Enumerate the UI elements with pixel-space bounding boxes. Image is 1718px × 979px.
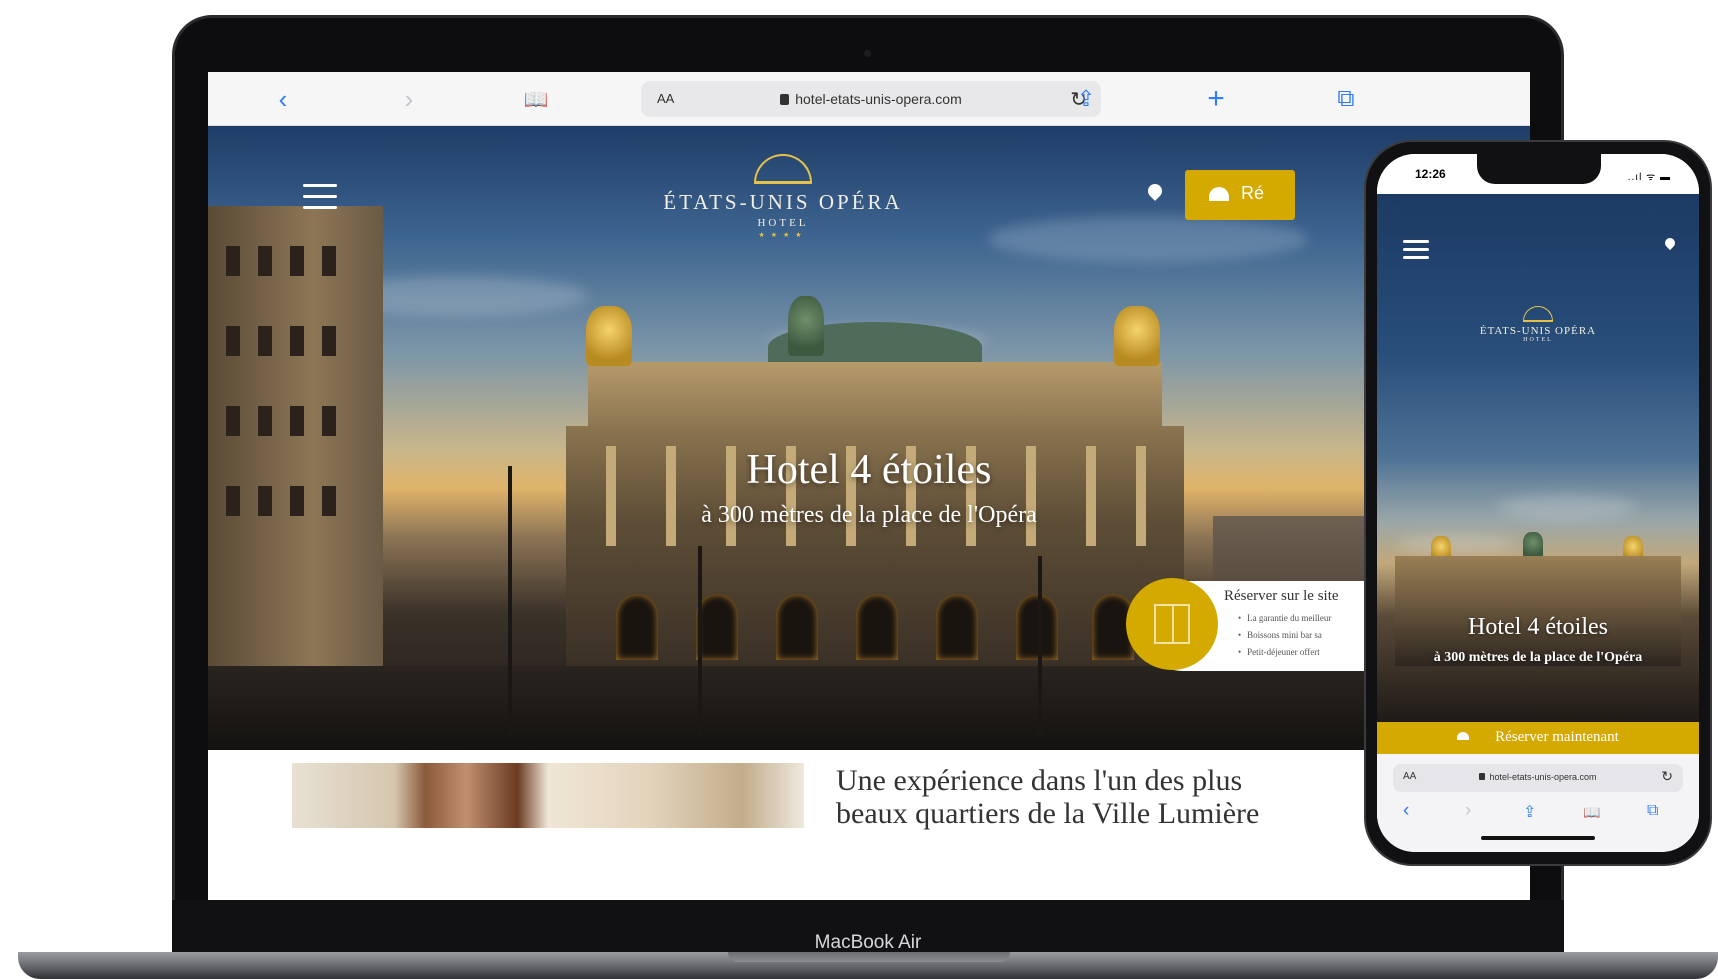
window: [290, 406, 304, 436]
home-indicator[interactable]: [1481, 836, 1595, 840]
logo-sub: HOTEL: [757, 217, 809, 229]
menu-icon[interactable]: [1403, 240, 1429, 264]
phone-screen: 12:26 ..ıl ᯤ ▬ ÉTATS-UNIS OPÉRA HOTEL Ho…: [1377, 154, 1699, 852]
book-now-label: Ré: [1241, 183, 1265, 203]
haussmann-building: [208, 206, 383, 666]
browser-toolbar: ‹ › 📖 AA hotel-etats-unis-opera.com ↻ ⇪ …: [208, 72, 1530, 126]
window: [290, 326, 304, 356]
logo-sub: HOTEL: [1523, 337, 1553, 343]
gift-icon: [1154, 604, 1190, 644]
share-icon[interactable]: ⇪: [1523, 802, 1536, 822]
street-lamp: [1038, 556, 1042, 736]
room-photo: [292, 763, 804, 828]
laptop-screen: ‹ › 📖 AA hotel-etats-unis-opera.com ↻ ⇪ …: [208, 72, 1530, 900]
window: [258, 406, 272, 436]
laptop-model-label: MacBook Air: [814, 932, 922, 953]
product-mockup: ‹ › 📖 AA hotel-etats-unis-opera.com ↻ ⇪ …: [0, 0, 1718, 979]
phone-hero: ÉTATS-UNIS OPÉRA HOTEL Hotel 4 étoiles à…: [1377, 194, 1699, 722]
lock-icon: [780, 94, 790, 105]
logo-name: ÉTATS-UNIS OPÉRA: [1479, 325, 1597, 337]
arch: [616, 594, 658, 660]
back-icon[interactable]: ‹: [268, 82, 298, 116]
tabs-overview-icon[interactable]: ⧉: [1326, 82, 1366, 116]
camera-icon: [864, 50, 871, 57]
bookmarks-icon[interactable]: 📖: [1583, 804, 1600, 821]
arch: [856, 594, 898, 660]
hero-banner: ÉTATS-UNIS OPÉRA HOTEL ★★★★ Ré Hotel 4 é…: [208, 126, 1530, 750]
window: [322, 326, 336, 356]
phone-notch: [1477, 154, 1601, 184]
status-time: 12:26: [1415, 167, 1446, 181]
logo-name: ÉTATS-UNIS OPÉRA: [663, 190, 903, 214]
street-lamp: [698, 546, 702, 736]
new-tab-icon[interactable]: +: [1196, 82, 1236, 116]
window: [322, 486, 336, 516]
window: [258, 246, 272, 276]
gilded-statue: [586, 306, 632, 366]
window: [290, 246, 304, 276]
reload-icon[interactable]: ↻: [1661, 768, 1673, 785]
book-now-button[interactable]: Réserver maintenant: [1377, 722, 1699, 754]
back-icon[interactable]: ‹: [1403, 800, 1409, 822]
url-display[interactable]: hotel-etats-unis-opera.com: [1393, 772, 1683, 782]
square-ground: [208, 666, 1530, 750]
bell-icon: [1457, 732, 1470, 740]
bookmarks-icon[interactable]: 📖: [516, 82, 556, 116]
window: [290, 486, 304, 516]
hero-title: Hotel 4 étoiles: [746, 447, 992, 493]
logo-stars: ★★★★: [758, 232, 808, 239]
dome-logo-icon: [754, 154, 812, 184]
forward-icon[interactable]: ›: [1465, 800, 1471, 822]
cloud: [1497, 494, 1637, 520]
bell-icon: [1209, 187, 1229, 201]
signal-battery-icon: ..ıl ᯤ ▬: [1627, 172, 1671, 183]
central-statue: [1523, 532, 1543, 558]
location-pin-icon[interactable]: [1148, 184, 1162, 204]
hero-subtitle: à 300 mètres de la place de l'Opéra: [701, 502, 1037, 528]
window: [322, 406, 336, 436]
location-pin-icon[interactable]: [1665, 238, 1675, 252]
hotel-logo[interactable]: ÉTATS-UNIS OPÉRA HOTEL: [1437, 306, 1639, 343]
forward-icon[interactable]: ›: [394, 82, 424, 116]
url-text: hotel-etats-unis-opera.com: [795, 91, 962, 107]
book-now-button[interactable]: Ré: [1185, 170, 1295, 220]
central-statue: [788, 296, 824, 356]
cloud: [1397, 534, 1517, 554]
book-now-label: Réserver maintenant: [1495, 729, 1619, 745]
laptop-hinge-notch: [728, 952, 1010, 962]
window: [226, 326, 240, 356]
url-display[interactable]: hotel-etats-unis-opera.com: [641, 91, 1101, 107]
opera-attic: [588, 362, 1162, 432]
share-icon[interactable]: ⇪: [1066, 82, 1106, 116]
window: [322, 246, 336, 276]
dome-logo-icon: [1523, 306, 1553, 322]
address-bar[interactable]: AA hotel-etats-unis-opera.com ↻: [1393, 764, 1683, 792]
hero-title: Hotel 4 étoiles: [1468, 614, 1608, 640]
cloud: [988, 216, 1308, 262]
lock-icon: [1479, 773, 1486, 780]
hero-subtitle: à 300 mètres de la place de l'Opéra: [1433, 650, 1643, 665]
window: [226, 486, 240, 516]
window: [258, 326, 272, 356]
arch: [1016, 594, 1058, 660]
arch: [696, 594, 738, 660]
hotel-logo[interactable]: ÉTATS-UNIS OPÉRA HOTEL ★★★★: [648, 154, 918, 239]
url-text: hotel-etats-unis-opera.com: [1489, 772, 1597, 782]
arch: [936, 594, 978, 660]
gilded-statue: [1114, 306, 1160, 366]
arch: [776, 594, 818, 660]
window: [258, 486, 272, 516]
menu-icon[interactable]: [303, 184, 337, 217]
tabs-overview-icon[interactable]: ⧉: [1647, 802, 1658, 820]
window: [226, 246, 240, 276]
address-bar[interactable]: AA hotel-etats-unis-opera.com ↻: [641, 81, 1101, 117]
window: [226, 406, 240, 436]
